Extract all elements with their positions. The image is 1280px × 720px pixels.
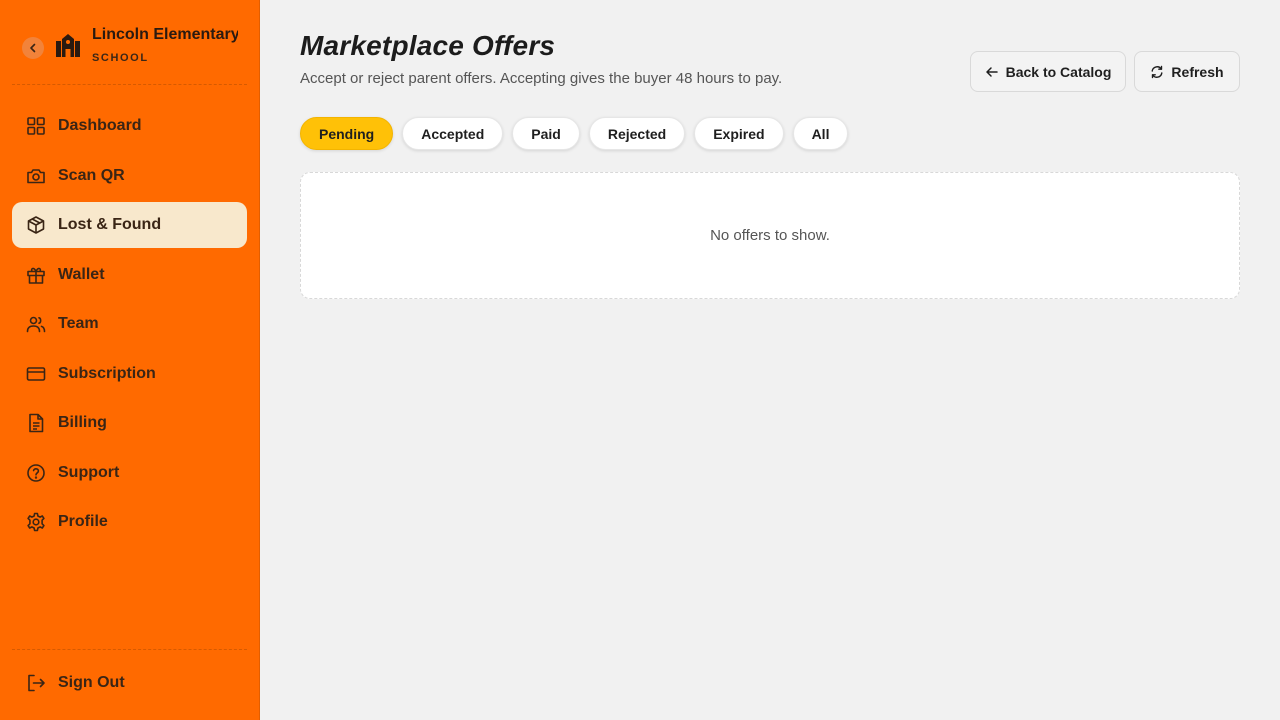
status-filter-tabs: Pending Accepted Paid Rejected Expired A… xyxy=(300,117,857,150)
users-icon xyxy=(26,316,46,333)
sidebar-item-team[interactable]: Team xyxy=(12,301,247,347)
chevron-left-icon xyxy=(30,43,36,53)
empty-state-message: No offers to show. xyxy=(710,227,830,244)
sidebar-divider xyxy=(12,84,247,85)
sidebar-divider xyxy=(12,649,247,650)
tab-accepted[interactable]: Accepted xyxy=(402,117,504,150)
sidebar-item-label: Support xyxy=(58,463,120,481)
arrow-left-icon xyxy=(985,66,998,77)
box-icon xyxy=(27,216,45,234)
account-type-label: SCHOOL xyxy=(92,52,149,64)
sign-out-label: Sign Out xyxy=(58,674,125,691)
refresh-label: Refresh xyxy=(1171,63,1224,80)
sidebar-item-label: Wallet xyxy=(58,265,105,283)
sidebar-item-profile[interactable]: Profile xyxy=(12,499,247,545)
sidebar-item-label: Profile xyxy=(58,513,108,530)
refresh-button[interactable]: Refresh xyxy=(1134,51,1240,92)
school-icon xyxy=(56,34,80,57)
back-to-catalog-button[interactable]: Back to Catalog xyxy=(970,51,1126,92)
sidebar-item-dashboard[interactable]: Dashboard xyxy=(12,103,247,149)
sidebar-item-wallet[interactable]: Wallet xyxy=(12,252,247,298)
page-title: Marketplace Offers xyxy=(300,30,556,61)
sidebar-item-scan-qr[interactable]: Scan QR xyxy=(12,153,247,199)
school-name: Lincoln Elementary xyxy=(92,26,238,43)
refresh-icon xyxy=(1151,65,1163,78)
brand-header: Lincoln Elementary SCHOOL xyxy=(22,24,248,68)
tab-pending[interactable]: Pending xyxy=(300,117,394,150)
tab-rejected[interactable]: Rejected xyxy=(588,117,686,150)
collapse-sidebar-button[interactable] xyxy=(22,37,44,59)
document-icon xyxy=(29,413,44,433)
sidebar-item-billing[interactable]: Billing xyxy=(12,400,247,446)
tab-expired[interactable]: Expired xyxy=(694,117,784,150)
tab-all[interactable]: All xyxy=(792,117,849,150)
logout-icon xyxy=(28,674,45,692)
sidebar-item-label: Billing xyxy=(58,414,107,431)
help-circle-icon xyxy=(27,463,45,482)
sidebar: Lincoln Elementary SCHOOL Dashboard Scan… xyxy=(0,0,260,720)
sidebar-item-label: Team xyxy=(58,315,99,332)
sidebar-item-support[interactable]: Support xyxy=(12,450,247,496)
sidebar-item-lost-and-found[interactable]: Lost & Found xyxy=(12,202,247,248)
gear-icon xyxy=(27,512,45,532)
tab-paid[interactable]: Paid xyxy=(512,117,580,150)
page-subtitle: Accept or reject parent offers. Acceptin… xyxy=(300,70,783,87)
sidebar-item-subscription[interactable]: Subscription xyxy=(12,351,247,397)
sidebar-item-label: Lost & Found xyxy=(58,216,162,233)
credit-card-icon xyxy=(26,366,46,381)
grid-icon xyxy=(27,117,45,135)
sign-out-button[interactable]: Sign Out xyxy=(12,660,247,706)
sidebar-nav: Dashboard Scan QR Lost & Found Wallet Te… xyxy=(12,103,247,549)
gift-icon xyxy=(27,267,45,284)
sidebar-item-label: Scan QR xyxy=(58,166,125,184)
sidebar-item-label: Subscription xyxy=(58,364,156,382)
back-to-catalog-label: Back to Catalog xyxy=(1005,63,1112,80)
camera-icon xyxy=(27,168,45,183)
offers-empty-state: No offers to show. xyxy=(300,172,1240,299)
sidebar-item-label: Dashboard xyxy=(58,117,142,134)
